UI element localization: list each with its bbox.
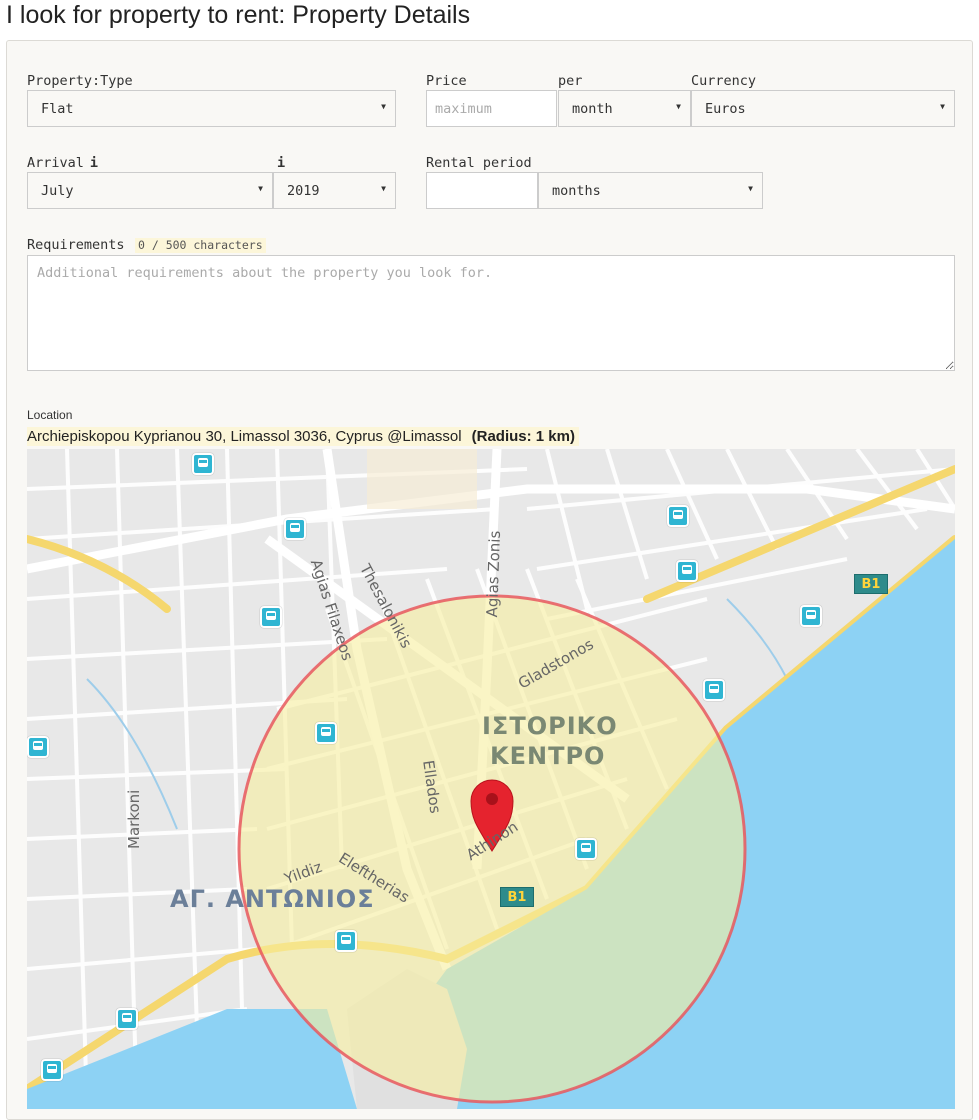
bus-stop-icon[interactable] [284,518,306,540]
bus-stop-icon[interactable] [27,736,49,758]
property-type-value: Flat [41,101,74,117]
property-details-panel: Property:Type Flat ▼ Price per month ▼ C… [6,40,973,1120]
bus-stop-icon[interactable] [315,722,337,744]
property-type-label: Property:Type [27,73,133,89]
chevron-down-icon: ▼ [940,102,945,111]
location-radius: (Radius: 1 km) [471,428,575,445]
chevron-down-icon: ▼ [381,184,386,193]
arrival-year-value: 2019 [287,183,320,199]
rental-period-input[interactable] [426,172,538,209]
chevron-down-icon: ▼ [258,184,263,193]
street-label: Agias Zonis [483,530,505,618]
location-map[interactable]: Agias Filaxeos Thesalonikis Agias Zonis … [27,449,955,1109]
currency-label: Currency [691,73,757,89]
bus-stop-icon[interactable] [41,1059,63,1081]
district-label: ΙΣΤΟΡΙΚΟ [482,712,618,740]
per-select[interactable]: month ▼ [558,90,691,127]
property-type-select[interactable]: Flat ▼ [27,90,396,127]
street-label: Markoni [125,789,143,849]
bus-stop-icon[interactable] [335,930,357,952]
info-icon[interactable]: i [90,155,98,171]
chevron-down-icon: ▼ [748,184,753,193]
location-summary: Archiepiskopou Kyprianou 30, Limassol 30… [27,427,579,446]
page-title: I look for property to rent: Property De… [6,1,471,29]
arrival-label-text: Arrival [27,155,84,171]
rental-period-unit-select[interactable]: months ▼ [538,172,763,209]
location-label: Location [27,408,73,422]
bus-stop-icon[interactable] [260,606,282,628]
arrival-month-select[interactable]: July ▼ [27,172,273,209]
road-shield: B1 [500,887,534,907]
character-counter: 0 / 500 characters [135,238,266,253]
chevron-down-icon: ▼ [381,102,386,111]
district-label: ΚΕΝΤΡΟ [490,742,606,770]
per-label: per [558,73,583,89]
bus-stop-icon[interactable] [703,679,725,701]
location-address: Archiepiskopou Kyprianou 30, Limassol 30… [27,428,462,445]
rental-period-unit-value: months [552,183,601,199]
bus-stop-icon[interactable] [192,453,214,475]
rental-period-label: Rental period [426,155,532,171]
price-input[interactable] [426,90,557,127]
requirements-label: Requirements [27,237,125,253]
arrival-year-select[interactable]: 2019 ▼ [273,172,396,209]
arrival-label: Arrival i [27,155,98,171]
requirements-textarea[interactable] [27,255,955,371]
bus-stop-icon[interactable] [676,560,698,582]
district-label: ΑΓ. ΑΝΤΩΝΙΟΣ [170,885,375,913]
currency-select[interactable]: Euros ▼ [691,90,955,127]
bus-stop-icon[interactable] [800,605,822,627]
bus-stop-icon[interactable] [575,838,597,860]
year-info-icon[interactable]: i [277,155,285,171]
currency-value: Euros [705,101,746,117]
arrival-month-value: July [41,183,74,199]
road-shield: B1 [854,574,888,594]
per-value: month [572,101,613,117]
bus-stop-icon[interactable] [116,1008,138,1030]
chevron-down-icon: ▼ [676,102,681,111]
price-label: Price [426,73,467,89]
bus-stop-icon[interactable] [667,505,689,527]
